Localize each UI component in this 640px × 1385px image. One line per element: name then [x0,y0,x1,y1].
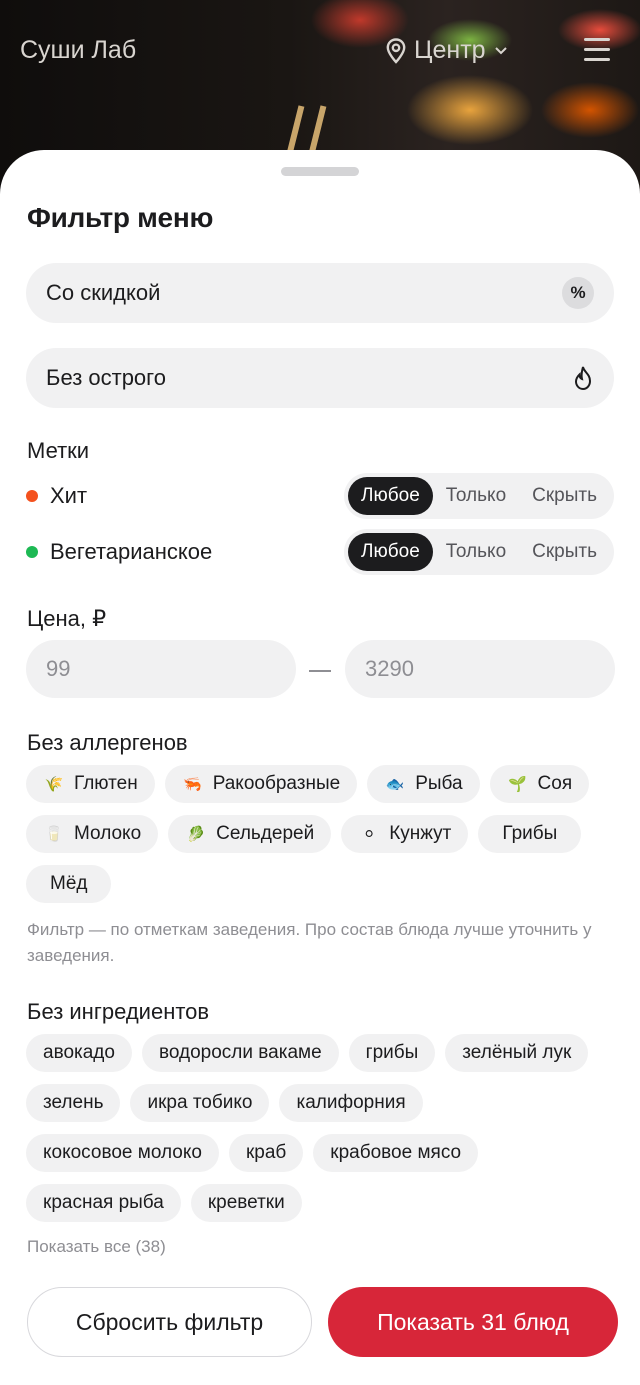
milk-icon: 🥛 [44,826,64,843]
chip-label: Сельдерей [216,823,315,844]
tag-label: Вегетарианское [50,539,213,564]
allergen-chips: 🌾 Глютен 🦐 Ракообразные 🐟 Рыба 🌱 Соя 🥛 М… [26,765,618,903]
tag-label: Хит [50,483,88,508]
allergen-chip-celery[interactable]: 🥬 Сельдерей [168,815,332,853]
allergen-chip-mushrooms[interactable]: Грибы [478,815,582,853]
ingredient-chip[interactable]: зелень [26,1084,121,1122]
ingredient-chip[interactable]: кокосовое молоко [26,1134,219,1172]
chip-label: Мёд [50,873,88,894]
price-range-dash [309,670,331,672]
filter-sheet: Фильтр меню Со скидкой % Без острого Мет… [0,150,640,1385]
percent-icon: % [562,277,594,309]
ingredient-chip[interactable]: красная рыба [26,1184,181,1222]
allergen-chip-soy[interactable]: 🌱 Соя [489,765,590,803]
allergen-chip-sesame[interactable]: ⚪ Кунжут [341,815,469,853]
sprout-icon: 🌱 [508,776,527,793]
ingredient-chip[interactable]: краб [228,1134,304,1172]
sheet-drag-handle[interactable] [281,167,359,176]
tags-title: Метки [27,438,90,463]
allergen-chip-honey[interactable]: Мёд [26,865,112,903]
brand-name[interactable]: Суши Лаб [20,36,136,65]
segmented-control-hit: Любое Только Скрыть [344,473,614,519]
ingredient-chip[interactable]: грибы [348,1034,436,1072]
option-only[interactable]: Только [433,533,519,571]
chip-label: Рыба [415,773,463,794]
ingredient-chip[interactable]: калифорния [279,1084,423,1122]
allergen-chip-crustaceans[interactable]: 🦐 Ракообразные [164,765,358,803]
price-min-input[interactable]: 99 [26,640,296,698]
allergens-title: Без аллергенов [27,730,188,755]
show-results-button[interactable]: Показать 31 блюд [328,1287,618,1357]
option-hide[interactable]: Скрыть [519,533,610,571]
ingredient-chip[interactable]: водоросли вакаме [141,1034,339,1072]
wheat-icon: 🌾 [44,776,64,793]
chip-label: Соя [537,773,573,794]
tag-row-hit: Хит Любое Только Скрыть [26,472,614,520]
sheet-title: Фильтр меню [27,202,214,233]
fish-icon: 🐟 [385,776,405,793]
location-label: Центр [414,36,486,64]
menu-icon[interactable] [584,38,610,62]
segmented-control-vegetarian: Любое Только Скрыть [344,529,614,575]
sesame-icon: ⚪ [362,826,376,843]
chip-label: Кунжут [389,823,452,844]
ingredient-chip[interactable]: креветки [190,1184,302,1222]
allergen-chip-gluten[interactable]: 🌾 Глютен [26,765,155,803]
no-spicy-toggle[interactable]: Без острого [26,348,614,408]
location-pin-icon [386,37,406,64]
allergen-chip-milk[interactable]: 🥛 Молоко [26,815,159,853]
shrimp-icon: 🦐 [183,776,203,793]
chip-label: Глютен [74,773,138,794]
chip-label: Ракообразные [212,773,341,794]
option-hide[interactable]: Скрыть [519,477,610,515]
hit-dot-icon [26,490,38,502]
tag-row-vegetarian: Вегетарианское Любое Только Скрыть [26,528,614,576]
discount-label: Со скидкой [46,280,161,305]
location-selector[interactable]: Центр [386,36,508,65]
flame-icon [574,366,592,391]
ingredient-chip[interactable]: крабовое мясо [313,1134,479,1172]
chip-label: Грибы [502,823,558,844]
ingredient-chip[interactable]: икра тобико [130,1084,270,1122]
allergen-chip-fish[interactable]: 🐟 Рыба [367,765,480,803]
vegetarian-dot-icon [26,546,38,558]
no-spicy-label: Без острого [46,365,166,390]
option-any[interactable]: Любое [348,477,433,515]
celery-icon: 🥬 [186,826,206,843]
price-max-input[interactable]: 3290 [345,640,615,698]
option-only[interactable]: Только [433,477,519,515]
discount-toggle[interactable]: Со скидкой % [26,263,614,323]
reset-filter-button[interactable]: Сбросить фильтр [27,1287,312,1357]
show-all-ingredients-link[interactable]: Показать все (38) [27,1237,166,1257]
chip-label: Молоко [74,823,142,844]
option-any[interactable]: Любое [348,533,433,571]
ingredients-title: Без ингредиентов [27,999,210,1024]
ingredient-chips: авокадо водоросли вакаме грибы зелёный л… [26,1034,618,1222]
allergens-note: Фильтр — по отметкам заведения. Про сост… [27,920,592,965]
price-title: Цена, ₽ [27,606,107,631]
ingredient-chip[interactable]: зелёный лук [445,1034,589,1072]
chevron-down-icon [494,46,507,54]
ingredient-chip[interactable]: авокадо [26,1034,132,1072]
